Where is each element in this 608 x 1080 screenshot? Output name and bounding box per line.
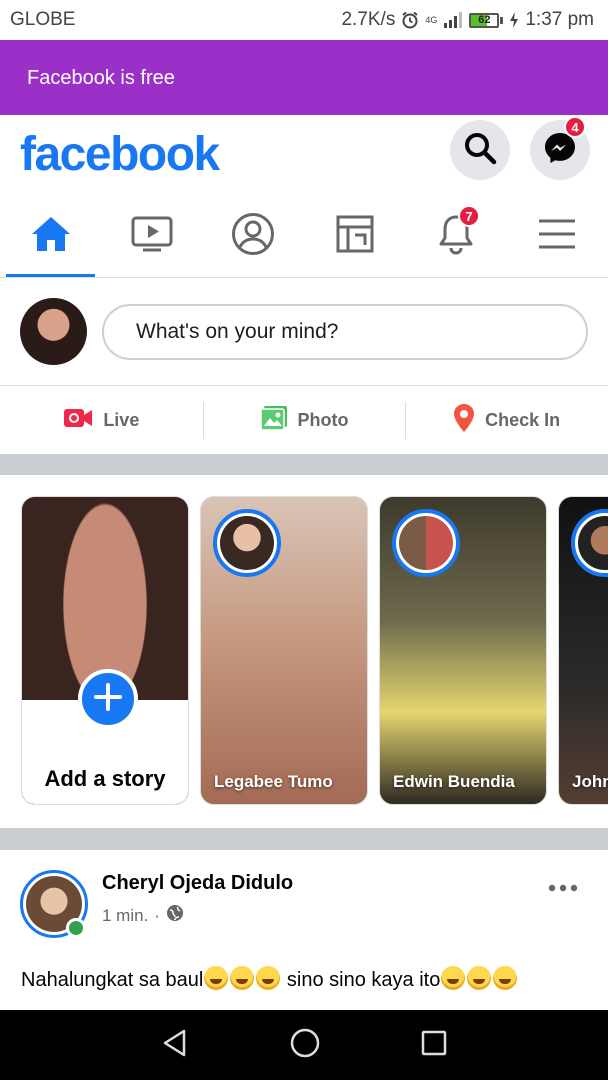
post-time[interactable]: 1 min.	[102, 906, 148, 926]
tab-pages[interactable]	[304, 196, 405, 277]
story-author-avatar	[213, 509, 281, 577]
add-story-card[interactable]: Add a story	[21, 496, 189, 805]
free-facebook-banner[interactable]: Facebook is free	[0, 40, 608, 115]
story-author-name: Edwin Buendia	[393, 772, 515, 791]
messenger-badge: 4	[564, 116, 586, 138]
messenger-button[interactable]: 4	[530, 116, 590, 180]
search-icon	[463, 131, 497, 170]
story-author-avatar	[392, 509, 460, 577]
tab-profile[interactable]	[203, 196, 304, 277]
laughing-emoji-icon	[204, 966, 229, 990]
location-pin-icon	[453, 403, 475, 438]
feed-divider	[0, 828, 608, 850]
live-label: Live	[103, 410, 140, 430]
composer-actions: Live Photo Check In	[0, 387, 608, 454]
back-button[interactable]	[160, 1028, 190, 1063]
story-card[interactable]: Legabee Tumo	[200, 496, 368, 805]
check-in-label: Check In	[485, 410, 561, 430]
user-avatar[interactable]	[20, 298, 87, 365]
recents-button[interactable]	[420, 1029, 448, 1062]
tab-watch[interactable]	[101, 196, 202, 277]
banner-text: Facebook is free	[27, 67, 175, 89]
live-video-icon	[63, 407, 93, 434]
battery-icon: 62	[469, 12, 504, 28]
status-icons: 2.7K/s 4G 62 1:37 pm	[341, 9, 594, 31]
back-triangle-icon	[163, 1029, 185, 1056]
recents-square-icon	[422, 1030, 447, 1055]
home-button[interactable]	[289, 1027, 321, 1064]
post-author-name[interactable]: Cheryl Ojeda Didulo	[102, 872, 293, 895]
network-speed: 2.7K/s	[341, 9, 396, 30]
photo-button[interactable]: Photo	[202, 387, 406, 454]
post-composer: What's on your mind?	[0, 278, 608, 386]
video-icon	[131, 215, 173, 258]
add-story-label: Add a story	[44, 766, 166, 791]
photo-label: Photo	[297, 410, 349, 430]
tab-menu[interactable]	[507, 196, 608, 277]
laughing-emoji-icon	[256, 966, 281, 990]
more-options-icon	[548, 872, 578, 897]
story-author-name: Legabee Tumo	[214, 772, 333, 791]
story-card[interactable]: Edwin Buendia	[379, 496, 547, 805]
meta-separator: ·	[154, 905, 160, 925]
battery-level: 62	[478, 13, 491, 26]
status-input[interactable]: What's on your mind?	[102, 304, 588, 360]
feed-post: Cheryl Ojeda Didulo 1 min. · Nahalungkat…	[0, 850, 608, 1010]
system-navigation-bar	[0, 1010, 608, 1080]
giggle-emoji-icon	[467, 966, 492, 990]
tab-notifications[interactable]: 7	[405, 196, 506, 277]
laughing-emoji-icon	[230, 966, 255, 990]
post-text-part: sino sino kaya ito	[281, 969, 441, 991]
live-button[interactable]: Live	[0, 387, 203, 454]
stories-tray: Add a story Legabee Tumo Edwin Buendia J…	[0, 475, 608, 828]
giggle-emoji-icon	[493, 966, 518, 990]
tab-home[interactable]	[0, 196, 101, 277]
feed-divider	[0, 454, 608, 475]
network-type-label: 4G	[425, 14, 438, 25]
carrier-name: GLOBE	[10, 9, 76, 30]
signal-icon	[443, 11, 463, 29]
add-story-button[interactable]	[78, 669, 138, 729]
post-text-part: Nahalungkat sa baul	[21, 969, 204, 991]
story-author-name: John	[572, 772, 608, 791]
home-circle-icon	[290, 1028, 320, 1057]
profile-icon	[231, 212, 275, 261]
story-author-avatar	[571, 509, 608, 577]
alarm-icon	[401, 11, 419, 29]
home-icon	[30, 215, 72, 258]
network-type: 4G	[425, 14, 438, 25]
post-text: Nahalungkat sa baul sino sino kaya ito	[21, 966, 518, 992]
post-options-button[interactable]	[548, 872, 578, 898]
clock: 1:37 pm	[525, 9, 594, 30]
story-card[interactable]: John	[558, 496, 608, 805]
status-bar: GLOBE 2.7K/s 4G 62 1:37 pm	[0, 0, 608, 40]
plus-icon	[93, 682, 123, 717]
charging-icon	[509, 11, 519, 29]
online-status-dot	[66, 918, 86, 938]
photo-icon	[259, 405, 288, 436]
bell-icon: 7	[436, 205, 480, 260]
post-meta: 1 min. ·	[102, 904, 184, 927]
giggle-emoji-icon	[441, 966, 466, 990]
hamburger-menu-icon	[537, 217, 577, 256]
search-button[interactable]	[450, 120, 510, 180]
main-tabs: 7	[0, 196, 608, 278]
app-header: facebook 4	[0, 115, 608, 195]
check-in-button[interactable]: Check In	[405, 387, 608, 454]
globe-icon	[166, 904, 184, 927]
facebook-logo: facebook	[20, 128, 220, 181]
pages-icon	[335, 214, 375, 259]
notifications-badge: 7	[457, 205, 480, 227]
